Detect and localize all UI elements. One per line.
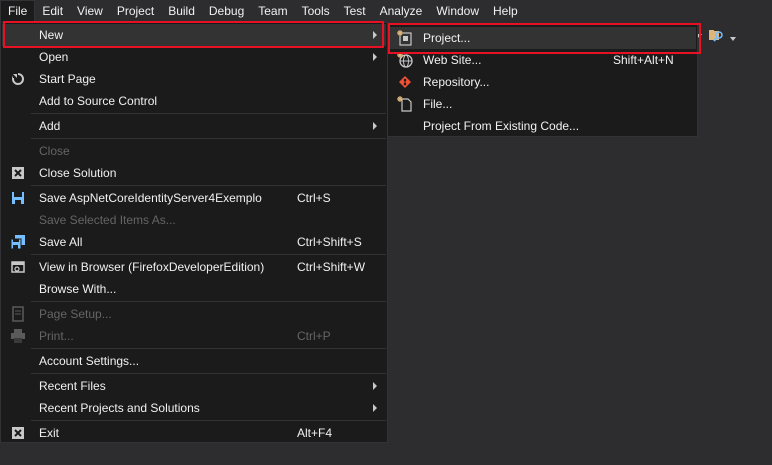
menu-item-recent-projects[interactable]: Recent Projects and Solutions: [2, 397, 386, 419]
menu-item-label: Page Setup...: [39, 307, 112, 321]
menu-window[interactable]: Window: [429, 0, 486, 22]
menu-item-label: Recent Files: [39, 379, 106, 393]
menu-item-label: Save All: [39, 235, 83, 249]
menu-edit[interactable]: Edit: [35, 0, 70, 22]
menu-analyze[interactable]: Analyze: [373, 0, 430, 22]
toolbar: [696, 24, 736, 48]
submenu-arrow-icon: [373, 31, 377, 39]
new-submenu: Project... Web Site... Shift+Alt+N Repos…: [387, 23, 698, 137]
menu-item-start-page[interactable]: Start Page: [2, 68, 386, 90]
menu-test[interactable]: Test: [337, 0, 373, 22]
menu-item-save-selected-items[interactable]: Save Selected Items As...: [2, 209, 386, 231]
menu-item-label: File...: [423, 97, 453, 111]
menu-item-label: Close Solution: [39, 166, 117, 180]
menu-item-label: Print...: [39, 329, 74, 343]
page-setup-icon: [10, 306, 26, 322]
submenu-item-repository[interactable]: Repository...: [389, 71, 696, 93]
submenu-arrow-icon: [373, 53, 377, 61]
save-all-icon: [10, 234, 26, 250]
printer-icon: [10, 328, 26, 344]
shortcut-label: Ctrl+Shift+S: [297, 235, 362, 249]
menu-item-label: Close: [39, 144, 70, 158]
new-file-icon: [397, 96, 413, 112]
menu-item-label: Project...: [423, 31, 471, 45]
shortcut-label: Ctrl+S: [297, 191, 331, 205]
find-in-files-icon[interactable]: [708, 28, 724, 44]
menu-item-label: Save Selected Items As...: [39, 213, 176, 227]
menu-separator: [31, 348, 386, 349]
browser-icon: [10, 259, 26, 275]
menu-separator: [31, 185, 386, 186]
menu-item-label: Project From Existing Code...: [423, 119, 580, 133]
menu-item-recent-files[interactable]: Recent Files: [2, 375, 386, 397]
menu-bar: File Edit View Project Build Debug Team …: [0, 0, 772, 22]
menu-item-exit[interactable]: Exit Alt+F4: [2, 422, 386, 444]
menu-view[interactable]: View: [70, 0, 110, 22]
menu-item-print[interactable]: Print... Ctrl+P: [2, 325, 386, 347]
new-project-icon: [397, 30, 413, 46]
menu-item-save-project[interactable]: Save AspNetCoreIdentityServer4Exemplo Ct…: [2, 187, 386, 209]
menu-separator: [31, 138, 386, 139]
menu-item-label: New: [39, 28, 64, 42]
menu-item-label: View in Browser (FirefoxDeveloperEdition…: [39, 260, 265, 274]
menu-item-label: Open: [39, 50, 69, 64]
shortcut-label: Alt+F4: [297, 426, 333, 440]
menu-file[interactable]: File: [0, 0, 36, 22]
menu-item-add[interactable]: Add: [2, 115, 386, 137]
submenu-arrow-icon: [373, 122, 377, 130]
close-solution-icon: [10, 165, 26, 181]
menu-item-save-all[interactable]: Save All Ctrl+Shift+S: [2, 231, 386, 253]
menu-separator: [31, 373, 386, 374]
submenu-item-project-from-existing-code[interactable]: Project From Existing Code...: [389, 115, 696, 137]
menu-item-label: Add to Source Control: [39, 94, 158, 108]
submenu-arrow-icon: [373, 382, 377, 390]
menu-item-label: Exit: [39, 426, 60, 440]
menu-item-label: Add: [39, 119, 61, 133]
submenu-item-file[interactable]: File...: [389, 93, 696, 115]
save-icon: [10, 190, 26, 206]
menu-item-new[interactable]: New: [2, 24, 386, 46]
chevron-down-icon[interactable]: [730, 37, 736, 41]
menu-separator: [31, 254, 386, 255]
menu-item-label: Web Site...: [423, 53, 482, 67]
globe-icon: [397, 52, 413, 68]
menu-build[interactable]: Build: [161, 0, 202, 22]
file-menu-dropdown: New Open Start Page Add to Source Contro…: [0, 22, 388, 443]
menu-item-add-to-source-control[interactable]: Add to Source Control: [2, 90, 386, 112]
menu-debug[interactable]: Debug: [202, 0, 251, 22]
submenu-arrow-icon: [373, 404, 377, 412]
menu-item-close-solution[interactable]: Close Solution: [2, 162, 386, 184]
submenu-item-project[interactable]: Project...: [389, 27, 696, 49]
menu-item-view-in-browser[interactable]: View in Browser (FirefoxDeveloperEdition…: [2, 256, 386, 278]
menu-item-label: Recent Projects and Solutions: [39, 401, 200, 415]
menu-item-close[interactable]: Close: [2, 140, 386, 162]
submenu-item-web-site[interactable]: Web Site... Shift+Alt+N: [389, 49, 696, 71]
menu-tools[interactable]: Tools: [295, 0, 337, 22]
menu-separator: [31, 420, 386, 421]
menu-item-label: Browse With...: [39, 282, 117, 296]
menu-project[interactable]: Project: [110, 0, 161, 22]
menu-item-browse-with[interactable]: Browse With...: [2, 278, 386, 300]
exit-icon: [10, 425, 26, 441]
menu-item-open[interactable]: Open: [2, 46, 386, 68]
menu-separator: [31, 113, 386, 114]
menu-item-label: Account Settings...: [39, 354, 140, 368]
shortcut-label: Ctrl+P: [297, 329, 331, 343]
shortcut-label: Shift+Alt+N: [613, 53, 674, 67]
menu-item-label: Start Page: [39, 72, 96, 86]
menu-item-account-settings[interactable]: Account Settings...: [2, 350, 386, 372]
menu-team[interactable]: Team: [251, 0, 294, 22]
menu-help[interactable]: Help: [486, 0, 525, 22]
menu-item-page-setup[interactable]: Page Setup...: [2, 303, 386, 325]
repository-icon: [397, 74, 413, 90]
menu-item-label: Save AspNetCoreIdentityServer4Exemplo: [39, 191, 262, 205]
shortcut-label: Ctrl+Shift+W: [297, 260, 366, 274]
start-page-icon: [10, 71, 26, 87]
menu-separator: [31, 301, 386, 302]
menu-item-label: Repository...: [423, 75, 490, 89]
